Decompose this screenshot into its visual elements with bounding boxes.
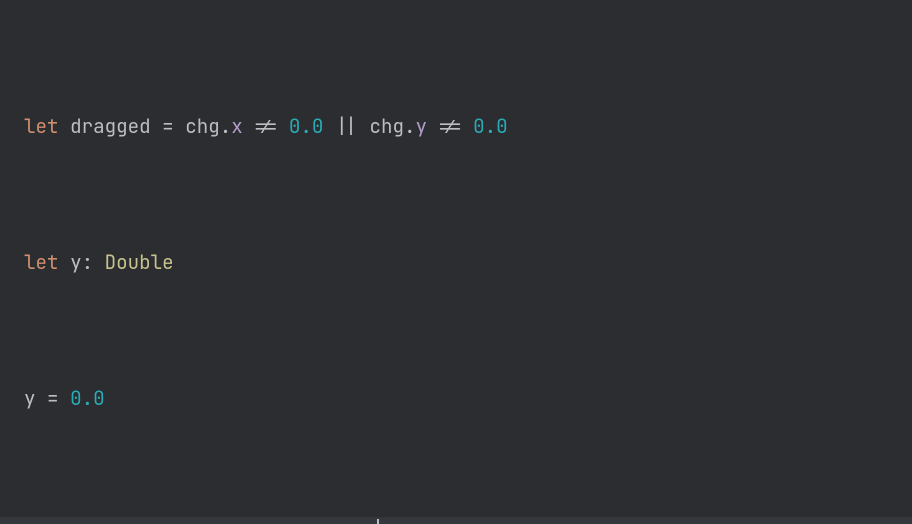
text-cursor bbox=[377, 519, 379, 524]
number-literal: 0.0 bbox=[289, 113, 324, 139]
identifier-chg: chg bbox=[369, 113, 404, 139]
identifier-dragged: dragged bbox=[70, 113, 151, 139]
code-line: let dragged = chg.x != 0.0 || chg.y != 0… bbox=[24, 109, 912, 143]
operator-assign: = bbox=[162, 113, 174, 139]
operator-neq: != bbox=[439, 113, 462, 139]
identifier-chg: chg bbox=[185, 113, 220, 139]
operator-neq: != bbox=[254, 113, 277, 139]
identifier-y: y bbox=[70, 249, 82, 275]
type-double: Double bbox=[105, 249, 174, 275]
code-line-active: if !(_scroll == nil || !dragged || chg(p… bbox=[0, 517, 912, 524]
code-line: let y: Double bbox=[24, 245, 912, 279]
operator-assign: = bbox=[47, 385, 59, 411]
number-literal: 0.0 bbox=[70, 385, 105, 411]
code-line: y = 0.0 bbox=[24, 381, 912, 415]
member-y: y bbox=[416, 113, 428, 139]
member-x: x bbox=[231, 113, 243, 139]
operator-or: || bbox=[335, 113, 358, 139]
keyword-let: let bbox=[24, 113, 59, 139]
code-editor[interactable]: let dragged = chg.x != 0.0 || chg.y != 0… bbox=[0, 0, 912, 524]
keyword-let: let bbox=[24, 249, 59, 275]
identifier-y: y bbox=[24, 385, 36, 411]
number-literal: 0.0 bbox=[473, 113, 508, 139]
